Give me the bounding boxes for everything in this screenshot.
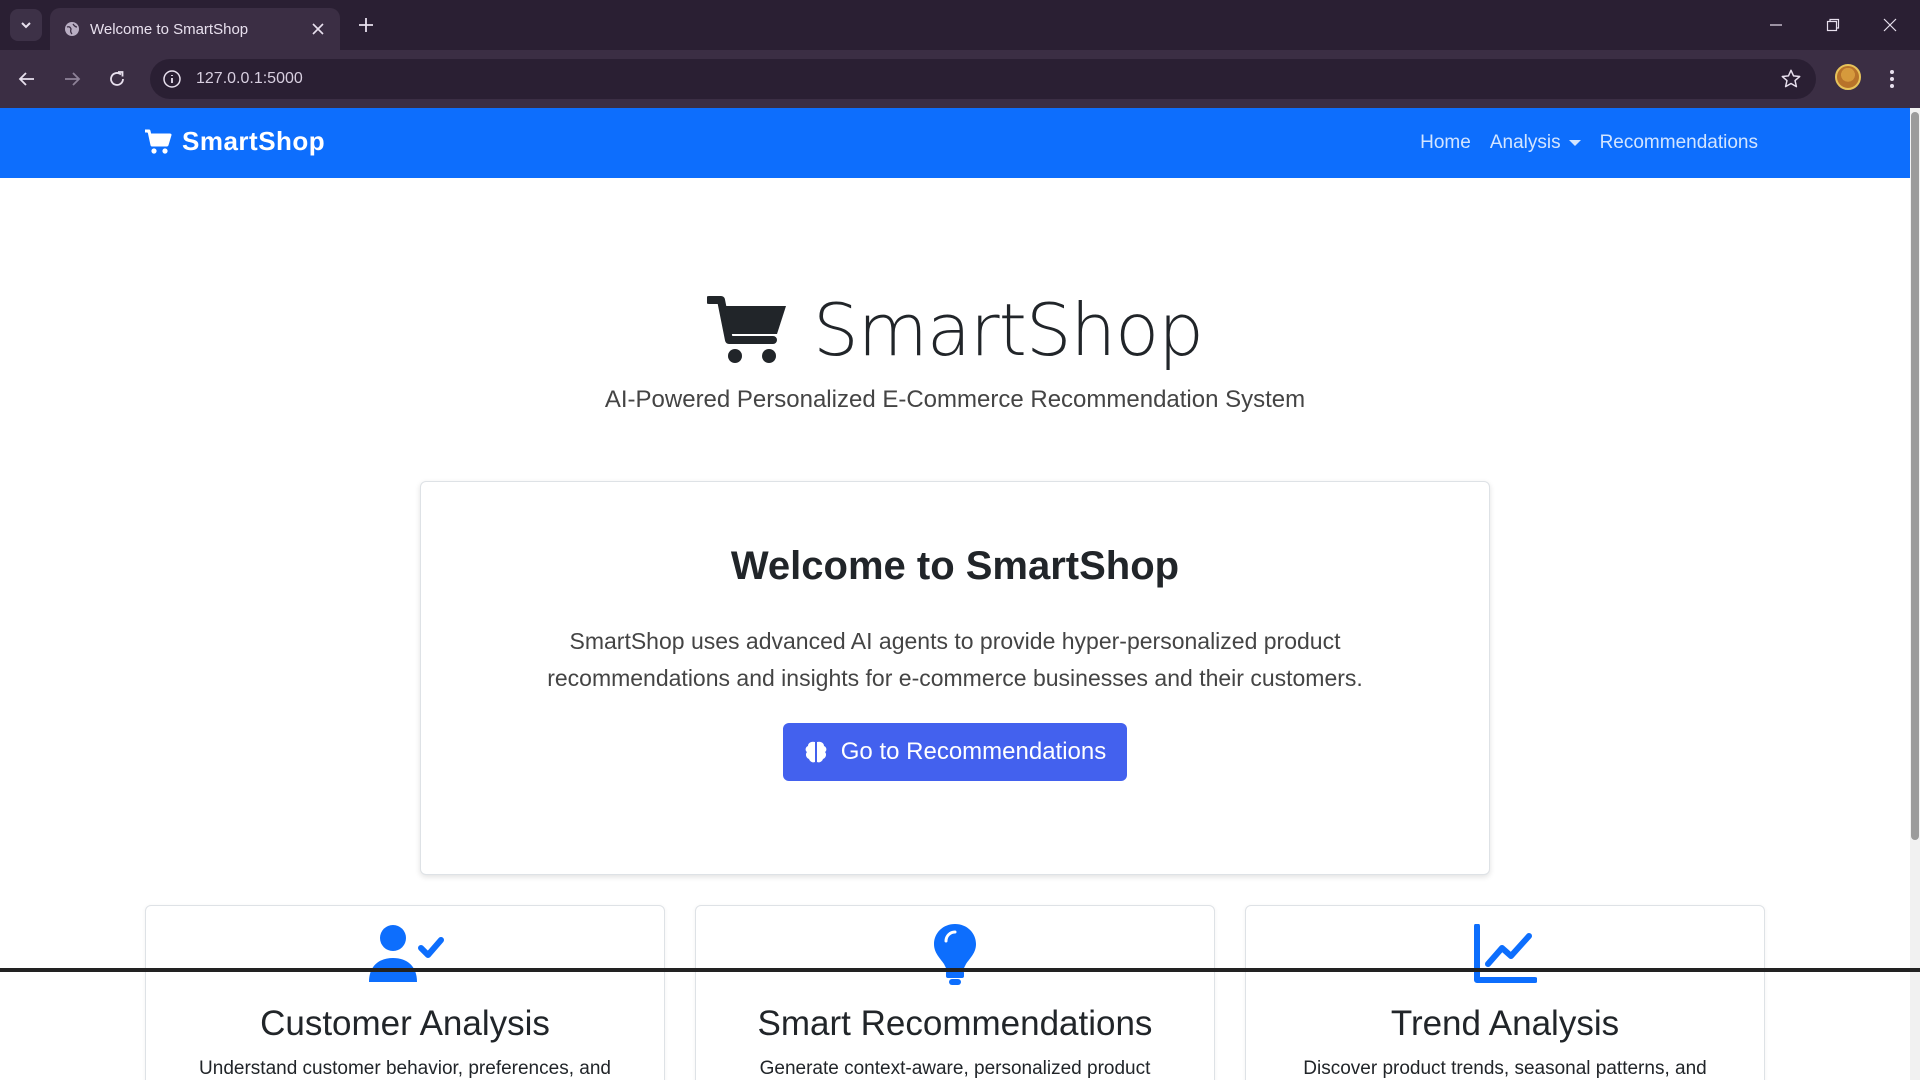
cart-icon xyxy=(707,296,787,363)
go-to-recommendations-button[interactable]: Go to Recommendations xyxy=(782,723,1128,781)
chevron-down-icon xyxy=(21,22,31,29)
close-window-button[interactable] xyxy=(1870,10,1910,40)
chart-line-icon xyxy=(1246,922,1764,986)
reload-icon xyxy=(110,71,124,86)
navbar-brand[interactable]: SmartShop xyxy=(144,126,325,157)
caret-down-icon xyxy=(1568,140,1581,146)
back-button[interactable] xyxy=(11,63,43,95)
browser-tab[interactable]: Welcome to SmartShop xyxy=(50,8,340,50)
url-text[interactable]: 127.0.0.1:5000 xyxy=(196,70,303,88)
nav-links: Home Analysis Recommendations xyxy=(1420,132,1758,154)
scrollbar-thumb[interactable] xyxy=(1911,112,1919,840)
nav-link-recommendations[interactable]: Recommendations xyxy=(1600,132,1758,154)
brain-icon xyxy=(805,741,827,763)
nav-link-analysis-label: Analysis xyxy=(1489,132,1561,153)
welcome-card: Welcome to SmartShop SmartShop uses adva… xyxy=(420,481,1490,875)
close-tab-button[interactable] xyxy=(308,19,328,39)
site-navbar: SmartShop Home Analysis Recommendations xyxy=(0,108,1910,178)
cart-icon xyxy=(145,129,172,154)
hero-subtitle: AI-Powered Personalized E-Commerce Recom… xyxy=(604,386,1306,413)
feature-text: Understand customer behavior, preference… xyxy=(199,1058,611,1079)
hero-title: SmartShop xyxy=(813,288,1204,372)
globe-icon xyxy=(65,22,79,36)
feature-title: Smart Recommendations xyxy=(757,1004,1153,1043)
page-viewport: SmartShop Home Analysis Recommendations … xyxy=(0,108,1920,1080)
window-bottom-edge xyxy=(0,968,1920,972)
user-check-icon xyxy=(146,922,664,986)
cta-label: Go to Recommendations xyxy=(840,738,1107,765)
feature-text: Generate context-aware, personalized pro… xyxy=(759,1058,1151,1079)
hero-section: SmartShop AI-Powered Personalized E-Comm… xyxy=(0,288,1910,414)
info-icon[interactable] xyxy=(162,69,182,89)
minimize-icon xyxy=(1770,24,1782,26)
tab-title: Welcome to SmartShop xyxy=(90,21,249,38)
plus-icon xyxy=(359,18,373,32)
reload-button[interactable] xyxy=(101,63,133,95)
profile-avatar[interactable] xyxy=(1835,64,1861,90)
browser-tab-strip: Welcome to SmartShop xyxy=(0,0,1920,50)
tab-search-button[interactable] xyxy=(10,9,42,41)
minimize-button[interactable] xyxy=(1756,10,1796,40)
close-icon xyxy=(1883,18,1897,32)
welcome-text: SmartShop uses advanced AI agents to pro… xyxy=(547,628,1363,691)
forward-button[interactable] xyxy=(56,63,88,95)
address-toolbar: 127.0.0.1:5000 xyxy=(0,50,1920,108)
feature-title: Trend Analysis xyxy=(1390,1004,1620,1043)
feature-text: Discover product trends, seasonal patter… xyxy=(1303,1058,1707,1079)
close-icon xyxy=(312,23,324,35)
nav-link-home[interactable]: Home xyxy=(1420,132,1471,154)
restore-icon xyxy=(1826,18,1840,32)
feature-card-customer-analysis: Customer Analysis Understand customer be… xyxy=(145,905,665,1080)
arrow-left-icon xyxy=(18,72,34,86)
feature-card-trend-analysis: Trend Analysis Discover product trends, … xyxy=(1245,905,1765,1080)
brand-label: SmartShop xyxy=(182,126,326,156)
new-tab-button[interactable] xyxy=(353,12,379,38)
feature-card-smart-recommendations: Smart Recommendations Generate context-a… xyxy=(695,905,1215,1080)
browser-menu-button[interactable] xyxy=(1884,64,1900,94)
hero-title-row: SmartShop xyxy=(0,288,1910,372)
arrow-right-icon xyxy=(65,72,81,86)
bookmark-star-icon[interactable] xyxy=(1780,68,1802,90)
address-bar[interactable]: 127.0.0.1:5000 xyxy=(150,59,1816,99)
restore-button[interactable] xyxy=(1813,10,1853,40)
feature-title: Customer Analysis xyxy=(260,1004,550,1043)
nav-dropdown-analysis[interactable]: Analysis xyxy=(1490,132,1581,154)
lightbulb-icon xyxy=(696,922,1214,986)
welcome-title: Welcome to SmartShop xyxy=(730,544,1180,588)
vertical-scrollbar[interactable] xyxy=(1910,108,1920,1080)
